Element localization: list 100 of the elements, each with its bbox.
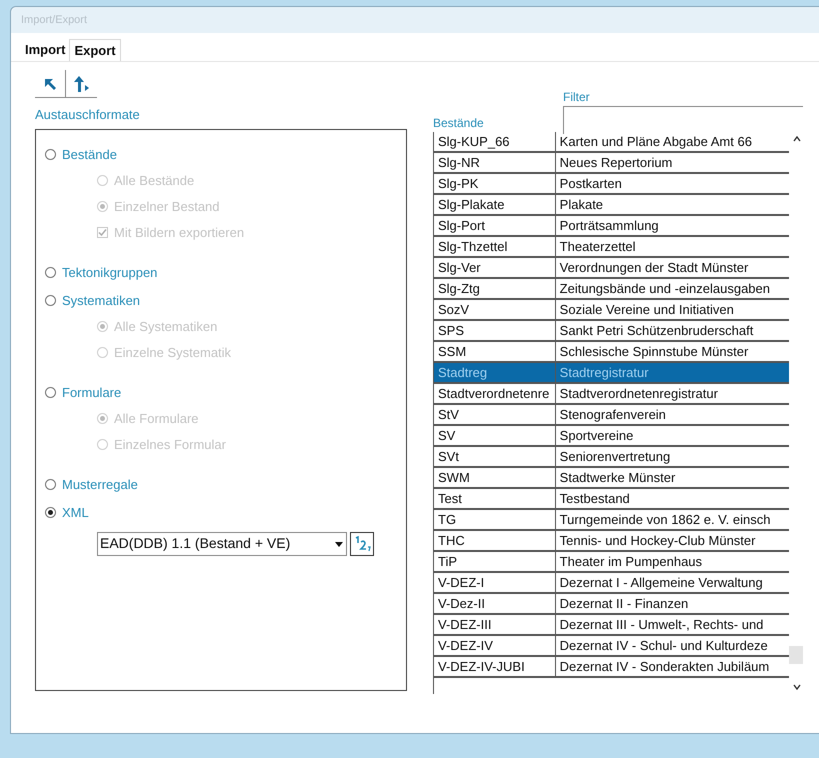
table-cell-text: Theaterzettel: [558, 238, 637, 256]
option-label: Einzelnes Formular: [114, 436, 226, 454]
list-label: Bestände: [433, 115, 485, 132]
table-cell-text: Stenografenverein: [558, 406, 667, 424]
radio-button[interactable]: [45, 387, 56, 398]
radio-button[interactable]: [45, 295, 56, 306]
table-cell: SV: [434, 426, 556, 445]
table-cell: TG: [434, 510, 556, 529]
table-cell: Slg-Ver: [434, 258, 556, 277]
table-row[interactable]: V-DEZ-I Dezernat I - Allgemeine Verwaltung: [434, 573, 789, 594]
table-cell: StV: [434, 405, 556, 424]
table-cell-text: Zeitungsbände und -einzelausgaben: [558, 280, 772, 298]
table-row[interactable]: V-DEZ-III Dezernat III - Umwelt-, Rechts- und: [434, 615, 789, 636]
table-row[interactable]: Slg-Port Porträtsammlung: [434, 216, 789, 237]
radio-button[interactable]: [45, 507, 56, 518]
table-cell: Slg-Thzettel: [434, 237, 556, 256]
table-cell-text: Neues Repertorium: [558, 154, 674, 172]
scroll-up-icon: [793, 136, 801, 142]
table-row[interactable]: StV Stenografenverein: [434, 405, 789, 426]
table-row[interactable]: Slg-Plakate Plakate: [434, 195, 789, 216]
table-row[interactable]: V-DEZ-IV Dezernat IV - Schul- und Kulturdeze: [434, 636, 789, 657]
table-cell: Slg-NR: [434, 153, 556, 172]
tab[interactable]: Import: [21, 39, 70, 61]
option-label: Einzelner Bestand: [114, 198, 220, 216]
section-label: Austauschformate: [35, 106, 141, 124]
table-cell-text: Sportvereine: [558, 427, 634, 445]
table-cell-text: Schlesische Spinnstube Münster: [558, 343, 750, 361]
table-cell-text: Sankt Petri Schützenbruderschaft: [558, 322, 754, 340]
table-row[interactable]: SozV Soziale Vereine und Initiativen: [434, 300, 789, 321]
table-cell: SSM: [434, 342, 556, 361]
table-cell-text: Testbestand: [558, 490, 631, 508]
table-row[interactable]: Slg-KUP_66 Karten und Pläne Abgabe Amt 66: [434, 132, 789, 153]
table-row[interactable]: Slg-Thzettel Theaterzettel: [434, 237, 789, 258]
table-row[interactable]: V-Dez-II Dezernat II - Finanzen: [434, 594, 789, 615]
table-row[interactable]: SWM Stadtwerke Münster: [434, 468, 789, 489]
option-label: XML: [62, 504, 89, 522]
table-row[interactable]: Slg-Ztg Zeitungsbände und -einzelausgaben: [434, 279, 789, 300]
table-cell-text: Dezernat IV - Sonderakten Jubiläum: [558, 658, 770, 676]
radio-button[interactable]: [45, 479, 56, 490]
table-cell-text: Turngemeinde von 1862 e. V. einsch: [558, 511, 772, 529]
format-dropdown[interactable]: EAD(DDB) 1.1 (Bestand + VE): [97, 532, 347, 556]
option-label: Systematiken: [62, 292, 140, 310]
field-label: Filter: [563, 89, 590, 106]
table-cell: TiP: [434, 552, 556, 571]
numbering-button[interactable]: [350, 532, 374, 556]
option-label: Tektonikgruppen: [62, 264, 158, 282]
table-row[interactable]: V-DEZ-IV-JUBI Dezernat IV - Sonderakten Jubiläum: [434, 657, 789, 678]
table-row[interactable]: SV Sportvereine: [434, 426, 789, 447]
table-cell: SVt: [434, 447, 556, 466]
numbering-icon: [353, 536, 371, 552]
table-cell-text: Stadtverordnetenregistratur: [558, 385, 719, 403]
table-cell-text: Postkarten: [558, 175, 623, 193]
option-label: Alle Systematiken: [114, 318, 218, 336]
table-row[interactable]: Stadtreg Stadtregistratur: [434, 363, 789, 384]
table-cell: Slg-KUP_66: [434, 132, 556, 151]
table-cell: Stadtreg: [434, 363, 556, 382]
table-cell: SozV: [434, 300, 556, 319]
tab[interactable]: Export: [69, 39, 121, 61]
option-label: Alle Formulare: [114, 410, 199, 428]
table-cell: Slg-Plakate: [434, 195, 556, 214]
table-row[interactable]: TG Turngemeinde von 1862 e. V. einsch: [434, 510, 789, 531]
table-cell: V-DEZ-III: [434, 615, 556, 634]
option-label: Mit Bildern exportieren: [114, 224, 244, 242]
table-cell: V-DEZ-IV: [434, 636, 556, 655]
table-cell-text: Tennis- und Hockey-Club Münster: [558, 532, 756, 550]
table-cell-text: Dezernat I - Allgemeine Verwaltung: [558, 574, 764, 592]
table-cell-text: Dezernat III - Umwelt-, Rechts- und: [558, 616, 764, 634]
radio-button[interactable]: [45, 149, 56, 160]
scroll-thumb[interactable]: [789, 646, 803, 664]
table-row[interactable]: Slg-Ver Verordnungen der Stadt Münster: [434, 258, 789, 279]
table-cell: THC: [434, 531, 556, 550]
table-cell-text: Soziale Vereine und Initiativen: [558, 301, 735, 319]
table-cell: Slg-PK: [434, 174, 556, 193]
table-row[interactable]: Slg-PK Postkarten: [434, 174, 789, 195]
import-arrow-button[interactable]: [35, 70, 66, 98]
option-label: Einzelne Systematik: [114, 344, 232, 362]
table-cell-text: Porträtsammlung: [558, 217, 660, 235]
table-cell: SPS: [434, 321, 556, 340]
table-cell: V-DEZ-I: [434, 573, 556, 592]
table-row[interactable]: Stadtverordnetenre Stadtverordnetenregistratur: [434, 384, 789, 405]
table-cell: Stadtverordnetenre: [434, 384, 556, 403]
table-row[interactable]: SVt Seniorenvertretung: [434, 447, 789, 468]
table-row[interactable]: Test Testbestand: [434, 489, 789, 510]
option-label: Alle Bestände: [114, 172, 194, 190]
table-row[interactable]: SPS Sankt Petri Schützenbruderschaft: [434, 321, 789, 342]
option-label: Musterregale: [62, 476, 138, 494]
table-row[interactable]: TiP Theater im Pumpenhaus: [434, 552, 789, 573]
table-cell: V-DEZ-IV-JUBI: [434, 657, 556, 676]
table-cell: Test: [434, 489, 556, 508]
table-row[interactable]: THC Tennis- und Hockey-Club Münster: [434, 531, 789, 552]
table-cell: SWM: [434, 468, 556, 487]
arrow-icon: [72, 74, 90, 92]
table-cell: Slg-Port: [434, 216, 556, 235]
option-label: Formulare: [62, 384, 122, 402]
table-cell-text: Dezernat II - Finanzen: [558, 595, 690, 613]
table-cell-text: Seniorenvertretung: [558, 448, 672, 466]
table-row[interactable]: Slg-NR Neues Repertorium: [434, 153, 789, 174]
table-cell-text: Theater im Pumpenhaus: [558, 553, 704, 571]
radio-button[interactable]: [45, 267, 56, 278]
table-cell-text: Karten und Pläne Abgabe Amt 66: [558, 133, 753, 151]
